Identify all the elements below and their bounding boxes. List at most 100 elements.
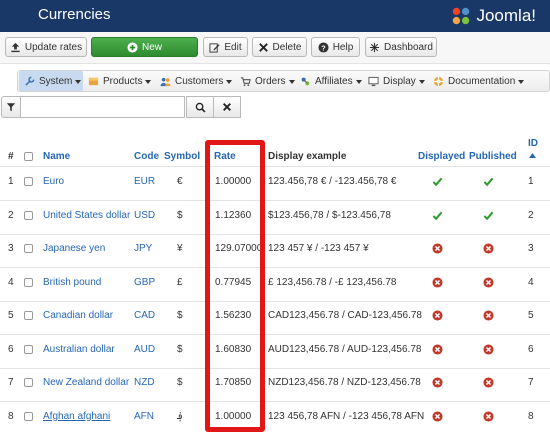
column-header-displayed[interactable]: Displayed xyxy=(418,151,465,162)
update-rates-button[interactable]: Update rates xyxy=(5,37,87,57)
currency-name-link[interactable]: Afghan afghani xyxy=(43,411,110,422)
currency-rate: 129.07000 xyxy=(215,243,263,254)
box-icon xyxy=(88,77,99,85)
published-no-icon[interactable] xyxy=(483,276,494,288)
upload-icon xyxy=(11,42,20,52)
column-header-published[interactable]: Published xyxy=(469,151,517,162)
column-header-display-example: Display example xyxy=(268,151,347,162)
currency-name-link[interactable]: British pound xyxy=(43,277,101,288)
displayed-no-icon[interactable] xyxy=(432,410,443,422)
published-yes-icon[interactable] xyxy=(483,210,494,221)
row-divider xyxy=(0,200,550,201)
published-no-icon[interactable] xyxy=(483,343,494,355)
column-header-rate[interactable]: Rate xyxy=(214,151,236,162)
published-yes-icon[interactable] xyxy=(483,176,494,187)
column-header-name[interactable]: Name xyxy=(43,151,70,162)
row-checkbox[interactable] xyxy=(24,344,33,354)
column-header-symbol[interactable]: Symbol xyxy=(164,151,200,162)
currency-rate: 1.00000 xyxy=(215,410,252,422)
close-icon xyxy=(223,103,231,111)
published-no-icon[interactable] xyxy=(483,243,494,254)
row-checkbox[interactable] xyxy=(24,378,33,387)
delete-button[interactable]: Delete xyxy=(252,37,307,57)
currency-rate: 1.00000 xyxy=(215,176,252,187)
search-button[interactable] xyxy=(186,96,214,118)
displayed-no-icon[interactable] xyxy=(432,276,443,288)
row-number: 8 xyxy=(8,410,14,422)
row-checkbox[interactable] xyxy=(24,411,33,421)
menu-products-label: Products xyxy=(103,75,143,87)
search-input[interactable] xyxy=(20,96,185,118)
row-checkbox[interactable] xyxy=(24,210,33,220)
row-checkbox[interactable] xyxy=(24,177,33,186)
currency-symbol: $ xyxy=(177,343,183,355)
displayed-no-icon[interactable] xyxy=(432,343,443,355)
menu-documentation[interactable]: Documentation xyxy=(433,71,525,91)
select-all-checkbox[interactable] xyxy=(24,152,33,161)
currency-code: AUD xyxy=(134,343,156,355)
row-checkbox[interactable] xyxy=(24,277,33,287)
display-example: 123 456,78 AFN / -123 456,78 AFN xyxy=(268,410,425,422)
currency-code: NZD xyxy=(134,377,155,388)
menu-products[interactable]: Products xyxy=(88,71,152,91)
display-example: 123 457 ¥ / -123 457 ¥ xyxy=(268,243,369,254)
header-divider xyxy=(0,166,550,167)
menu-display[interactable]: Display xyxy=(368,71,425,91)
currency-code: AFN xyxy=(134,410,154,422)
column-header-id[interactable]: ID xyxy=(528,138,538,149)
menu-affiliates[interactable]: Affiliates xyxy=(300,71,362,91)
menu-customers[interactable]: Customers xyxy=(160,71,233,91)
currency-id: 2 xyxy=(528,209,534,221)
currency-name-link[interactable]: Canadian dollar xyxy=(43,310,113,321)
affiliates-icon xyxy=(301,77,310,85)
currency-name-link[interactable]: Australian dollar xyxy=(43,344,115,355)
displayed-yes-icon[interactable] xyxy=(432,210,443,221)
currency-name-link[interactable]: New Zealand dollar xyxy=(43,377,129,388)
row-divider xyxy=(0,300,550,302)
row-checkbox[interactable] xyxy=(24,244,33,253)
edit-button[interactable]: Edit xyxy=(203,37,248,57)
new-button[interactable]: New xyxy=(91,37,198,57)
toolbar: Update rates New Edit Delete ? Help Dash… xyxy=(0,32,550,64)
row-checkbox[interactable] xyxy=(24,311,33,320)
displayed-no-icon[interactable] xyxy=(432,377,443,388)
joomla-logo[interactable]: Joomla! xyxy=(450,4,536,28)
menu-customers-label: Customers xyxy=(175,75,224,87)
currency-code: JPY xyxy=(134,243,153,254)
joomla-icon xyxy=(453,7,470,25)
filter-toggle-button[interactable] xyxy=(1,96,20,118)
display-example: AUD123,456.78 / AUD-123,456.78 xyxy=(268,343,422,355)
displayed-yes-icon[interactable] xyxy=(432,176,443,187)
currency-id: 1 xyxy=(528,176,534,187)
row-divider xyxy=(0,267,550,268)
clear-search-button[interactable] xyxy=(213,96,241,118)
row-number: 1 xyxy=(8,176,14,187)
currency-name-link[interactable]: United States dollar xyxy=(43,210,130,221)
help-label: Help xyxy=(332,41,354,53)
currency-symbol: $ xyxy=(177,209,183,221)
menu-system[interactable]: System xyxy=(19,71,83,91)
published-no-icon[interactable] xyxy=(483,410,494,422)
display-icon xyxy=(368,76,379,86)
delete-label: Delete xyxy=(272,41,302,53)
displayed-no-icon[interactable] xyxy=(432,310,443,321)
currency-rate: 0.77945 xyxy=(215,276,252,288)
currency-symbol: € xyxy=(177,176,183,187)
sort-asc-icon xyxy=(529,153,536,158)
dashboard-icon xyxy=(369,42,380,52)
row-number: 2 xyxy=(8,209,14,221)
menu-orders[interactable]: Orders xyxy=(240,71,295,91)
menu-orders-label: Orders xyxy=(255,75,286,87)
currency-name-link[interactable]: Euro xyxy=(43,176,64,187)
currency-name-link[interactable]: Japanese yen xyxy=(43,243,105,254)
column-header-code[interactable]: Code xyxy=(134,151,159,162)
help-button[interactable]: ? Help xyxy=(311,37,360,57)
search-icon xyxy=(195,102,205,112)
published-no-icon[interactable] xyxy=(483,310,494,321)
displayed-no-icon[interactable] xyxy=(432,243,443,254)
currency-code: EUR xyxy=(134,176,156,187)
row-number: 6 xyxy=(8,343,14,355)
menu-system-label: System xyxy=(39,75,73,87)
dashboard-button[interactable]: Dashboard xyxy=(365,37,437,57)
published-no-icon[interactable] xyxy=(483,377,494,388)
